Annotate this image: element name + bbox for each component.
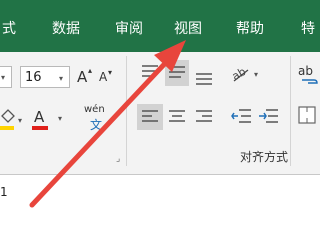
annotation-arrow-icon bbox=[29, 40, 186, 208]
